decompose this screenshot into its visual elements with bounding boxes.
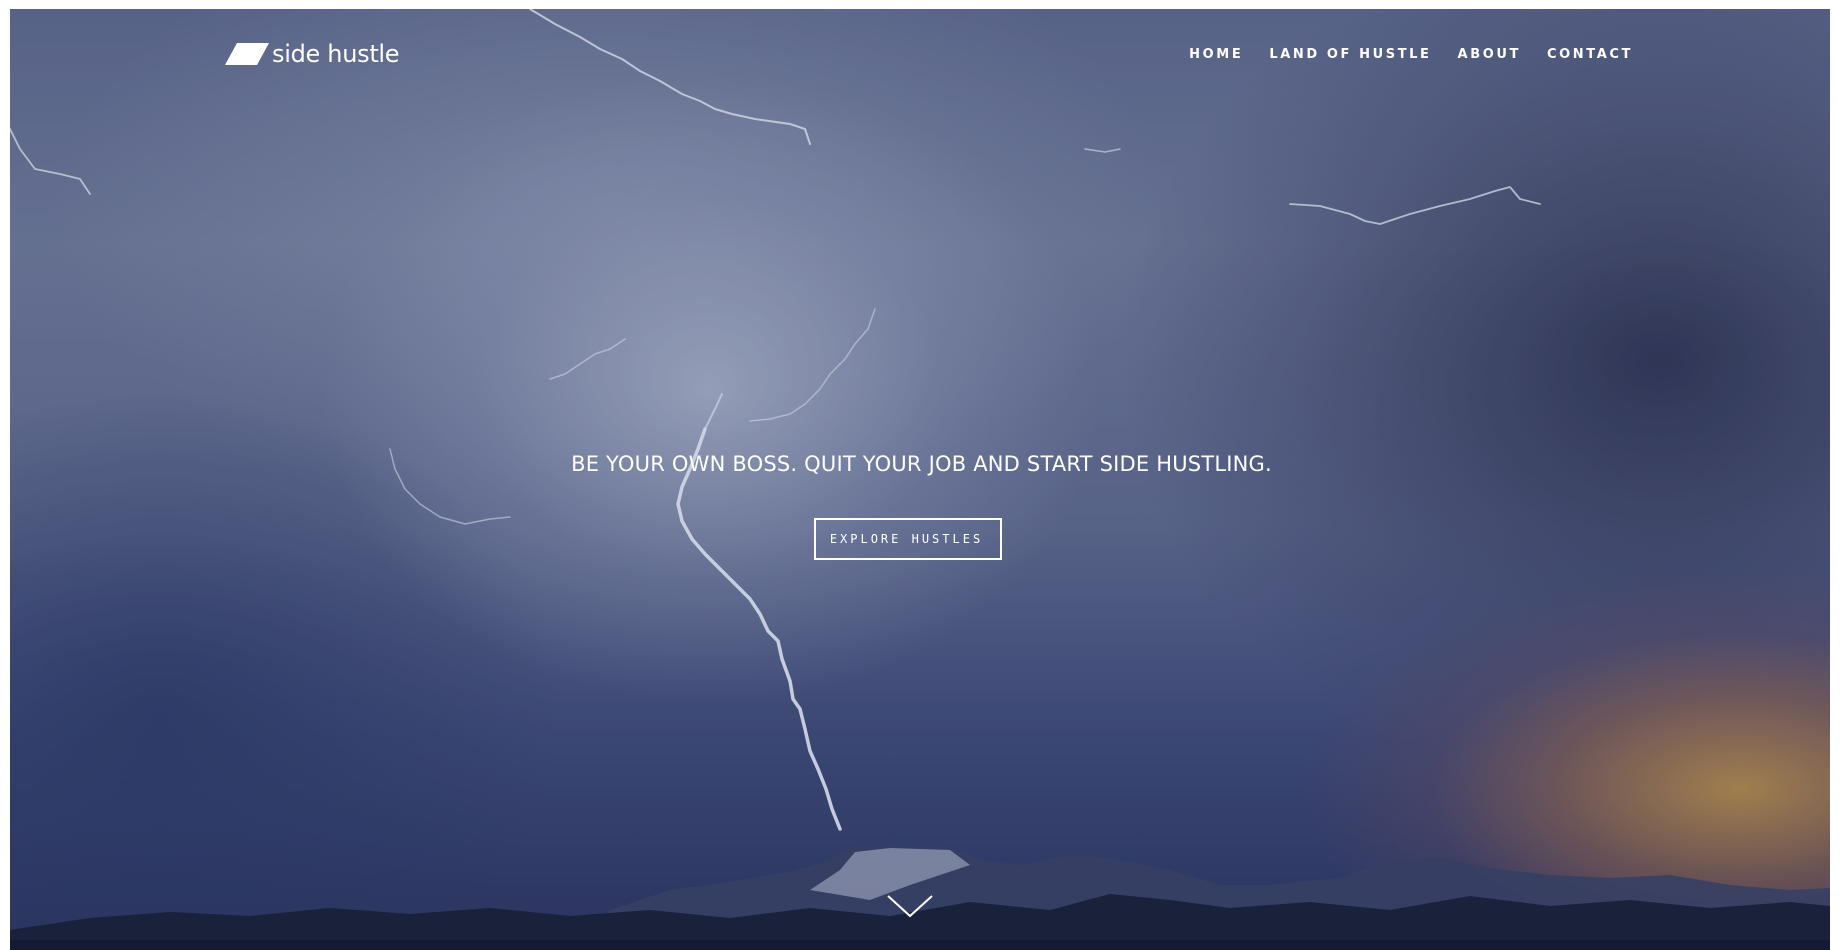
main-nav: HOME LAND OF HUSTLE ABOUT CONTACT: [1189, 48, 1633, 61]
hero-overlay: [10, 9, 1830, 950]
nav-home[interactable]: HOME: [1189, 48, 1243, 61]
brand-name: side hustle: [272, 40, 400, 68]
site-logo[interactable]: side hustle: [225, 40, 400, 68]
nav-contact[interactable]: CONTACT: [1547, 48, 1633, 61]
chevron-down-icon[interactable]: [886, 894, 934, 920]
nav-about[interactable]: ABOUT: [1458, 48, 1521, 61]
hero-section: [10, 9, 1830, 950]
nav-land-of-hustle[interactable]: LAND OF HUSTLE: [1269, 48, 1431, 61]
logo-mark-icon: [225, 43, 269, 65]
hero-headline: BE YOUR OWN BOSS. QUIT YOUR JOB AND STAR…: [571, 452, 1272, 476]
explore-hustles-button[interactable]: EXPLORE HUSTLES: [814, 518, 1002, 560]
